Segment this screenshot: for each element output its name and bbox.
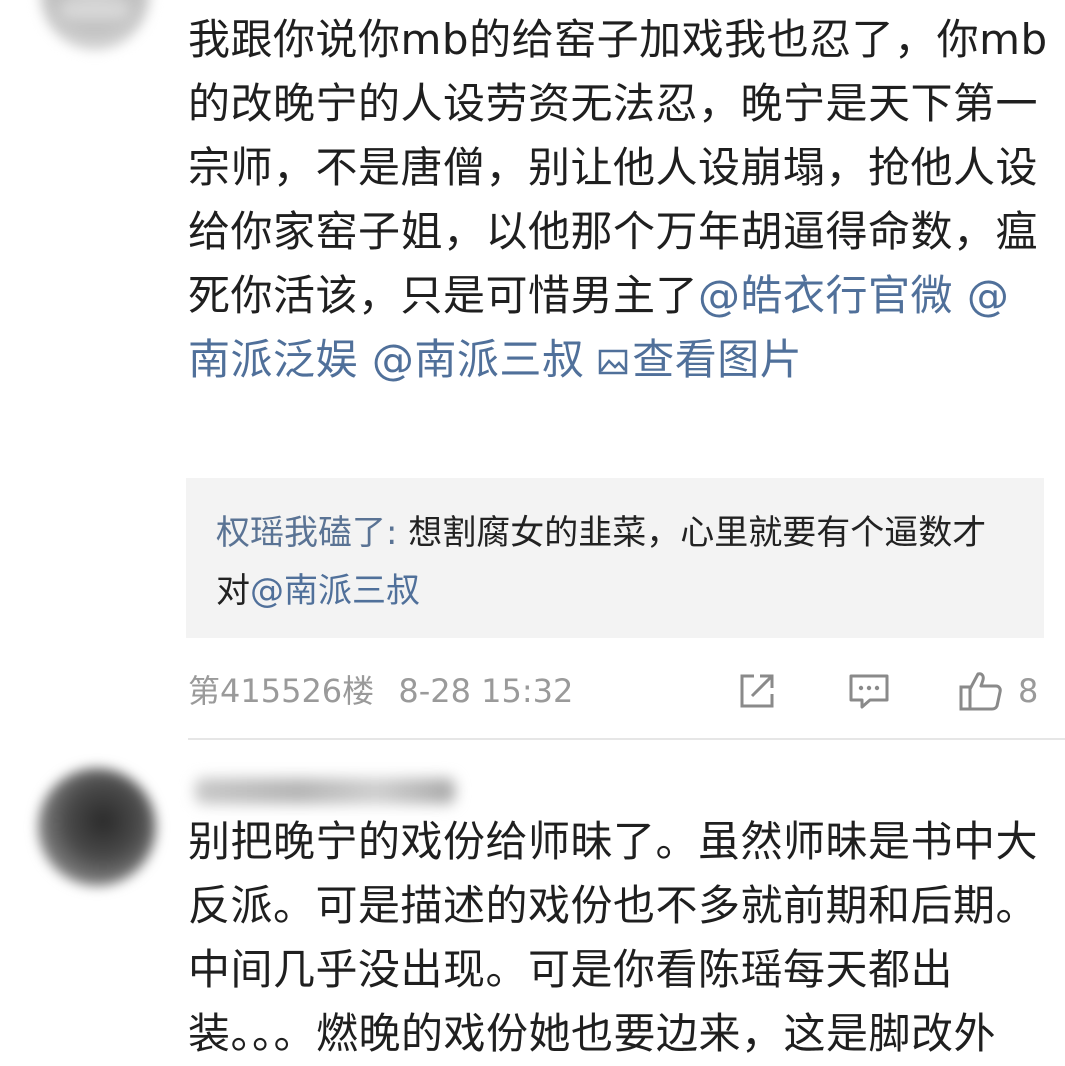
- reply-username[interactable]: 权瑶我磕了: [216, 513, 386, 553]
- mention-link[interactable]: @南派三叔: [372, 335, 585, 384]
- comment-meta: 第415526楼 8-28 15:32 8: [188, 668, 1048, 714]
- share-icon: [740, 674, 774, 708]
- view-image-link[interactable]: 查看图片: [598, 335, 802, 384]
- comment-text: 别把晚宁的戏份给师昧了。虽然师昧是书中大反派。可是描述的戏份也不多就前期和后期。…: [188, 810, 1048, 1066]
- view-image-label: 查看图片: [632, 335, 803, 384]
- avatar[interactable]: [38, 768, 156, 886]
- floor-number: 第415526楼: [188, 672, 375, 710]
- username-blurred[interactable]: [60, 0, 130, 20]
- reply-separator: :: [386, 513, 409, 553]
- comment-divider: [188, 738, 1065, 740]
- username-blurred[interactable]: [195, 778, 455, 804]
- mention-link[interactable]: @皓衣行官微: [698, 271, 953, 320]
- image-icon: [599, 349, 628, 375]
- comment-icon: [849, 674, 889, 709]
- quoted-reply[interactable]: 权瑶我磕了: 想割腐女的韭菜，心里就要有个逼数才对@南派三叔: [186, 478, 1044, 638]
- comment-body-text: 别把晚宁的戏份给师昧了。虽然师昧是书中大反派。可是描述的戏份也不多就前期和后期。…: [188, 817, 1039, 1058]
- reply-button[interactable]: [848, 668, 890, 714]
- thumbs-up-icon: [959, 672, 1002, 711]
- like-count: 8: [1018, 672, 1039, 710]
- like-button[interactable]: 8: [958, 668, 1038, 714]
- mention-link[interactable]: @南派三叔: [250, 571, 420, 611]
- timestamp: 8-28 15:32: [398, 672, 574, 710]
- comment-text: 我跟你说你mb的给窑子加戏我也忍了，你mb的改晚宁的人设劳资无法忍，晚宁是天下第…: [188, 8, 1048, 392]
- share-button[interactable]: [736, 668, 778, 714]
